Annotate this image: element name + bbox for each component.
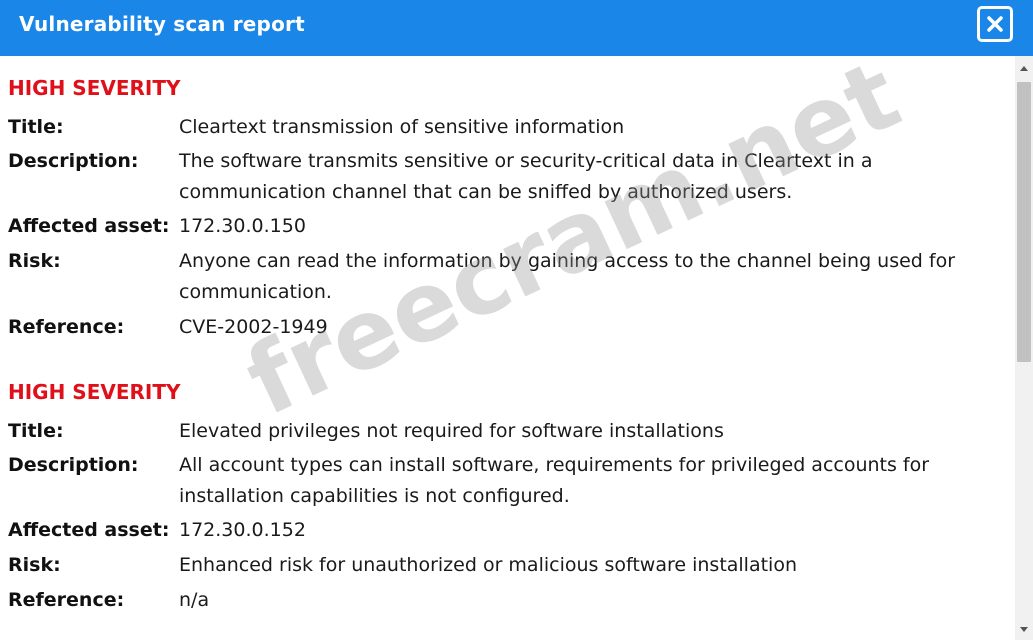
vertical-scrollbar[interactable] [1015, 56, 1033, 640]
asset-label: Affected asset: [8, 519, 170, 541]
scroll-down-arrow-icon [1020, 627, 1028, 632]
severity-label: HIGH SEVERITY [8, 76, 181, 100]
report-content: HIGH SEVERITY Title: Cleartext transmiss… [0, 56, 1015, 640]
reference-label: Reference: [8, 589, 125, 611]
risk-value: Anyone can read the information by gaini… [179, 250, 956, 303]
asset-value: 172.30.0.152 [179, 519, 306, 541]
title-label: Title: [8, 116, 64, 138]
close-button[interactable] [977, 6, 1013, 42]
reference-value: CVE-2002-1949 [179, 316, 328, 338]
description-value: All account types can install software, … [179, 454, 930, 507]
description-value: The software transmits sensitive or secu… [179, 150, 873, 203]
scroll-thumb[interactable] [1017, 82, 1031, 362]
reference-label: Reference: [8, 316, 125, 338]
asset-value: 172.30.0.150 [179, 215, 306, 237]
scroll-up-arrow-icon [1020, 66, 1028, 71]
description-label: Description: [8, 454, 139, 476]
severity-label: HIGH SEVERITY [8, 380, 181, 404]
description-label: Description: [8, 150, 139, 172]
title-label: Title: [8, 420, 64, 442]
risk-label: Risk: [8, 250, 61, 272]
dialog-title: Vulnerability scan report [19, 12, 305, 36]
reference-value: n/a [179, 589, 210, 611]
dialog-titlebar: Vulnerability scan report [0, 0, 1033, 56]
asset-label: Affected asset: [8, 215, 170, 237]
scroll-up-button[interactable] [1015, 60, 1033, 76]
close-icon [987, 16, 1003, 32]
risk-value: Enhanced risk for unauthorized or malici… [179, 554, 798, 576]
risk-label: Risk: [8, 554, 61, 576]
title-value: Elevated privileges not required for sof… [179, 420, 724, 442]
scroll-down-button[interactable] [1015, 622, 1033, 638]
title-value: Cleartext transmission of sensitive info… [179, 116, 625, 138]
